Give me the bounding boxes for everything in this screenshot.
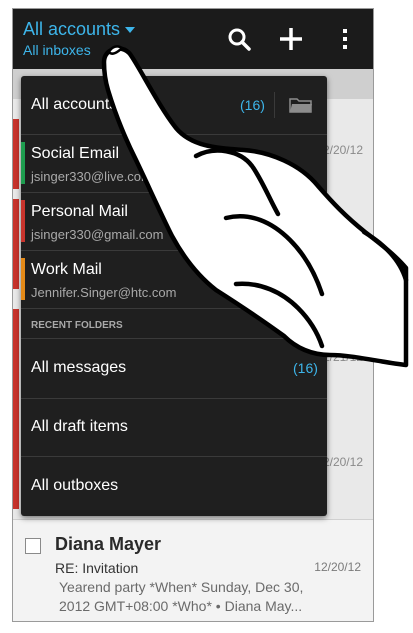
account-address: Jennifer.Singer@htc.com <box>31 285 177 300</box>
menu-item-account[interactable]: Personal Mail jsinger330@gmail.com <box>21 192 327 251</box>
menu-item-all-messages[interactable]: All messages (16) <box>21 338 327 399</box>
list-item-marker <box>13 119 19 189</box>
unread-count: (16) <box>293 360 318 376</box>
account-address: jsinger330@gmail.com <box>31 227 164 242</box>
account-selector[interactable]: All accounts <box>23 19 136 40</box>
section-heading: RECENT FOLDERS <box>31 320 123 331</box>
divider <box>274 92 275 118</box>
accounts-dropdown: All accounts (16) Social Email jsinger33… <box>21 76 327 516</box>
account-color-marker <box>21 200 25 242</box>
action-bar: All accounts All inboxes <box>13 9 373 69</box>
account-color-marker <box>21 258 25 300</box>
email-subject: RE: Invitation <box>55 560 139 576</box>
dropdown-caret-icon <box>125 27 136 34</box>
list-item[interactable]: Diana Mayer RE: Invitation 12/20/12 Year… <box>13 519 373 621</box>
email-date: 12/20/12 <box>314 560 361 574</box>
account-name: Personal Mail <box>31 203 128 220</box>
account-name: Work Mail <box>31 261 102 278</box>
menu-item-label: All accounts <box>31 96 118 113</box>
menu-item-all-drafts[interactable]: All draft items <box>21 398 327 457</box>
menu-item-label: All outboxes <box>31 477 119 494</box>
account-name: Social Email <box>31 145 120 162</box>
menu-item-label: All draft items <box>31 418 128 435</box>
list-item-marker <box>13 309 19 509</box>
menu-item-account[interactable]: Work Mail Jennifer.Singer@htc.com <box>21 250 327 309</box>
menu-item-account[interactable]: Social Email jsinger330@live.com <box>21 134 327 193</box>
menu-item-all-accounts[interactable]: All accounts (16) <box>21 76 327 135</box>
app-window: All accounts All inboxes 12/20/12 12/21/… <box>12 8 374 622</box>
account-address: jsinger330@live.com <box>31 169 152 184</box>
menu-item-label: All messages <box>31 359 127 376</box>
email-sender: Diana Mayer <box>55 534 162 554</box>
search-icon[interactable] <box>225 25 253 53</box>
overflow-menu-icon[interactable] <box>331 25 359 53</box>
list-item-marker <box>13 199 19 289</box>
add-icon[interactable] <box>277 25 305 53</box>
unread-count: (16) <box>240 97 265 113</box>
inbox-subtitle: All inboxes <box>23 42 91 58</box>
account-color-marker <box>21 142 25 184</box>
select-checkbox[interactable] <box>25 538 41 554</box>
email-preview: Yearend party *When* Sunday, Dec 30, 201… <box>59 579 304 614</box>
account-selector-label: All accounts <box>23 19 121 39</box>
folder-icon[interactable] <box>289 96 313 114</box>
menu-item-all-outboxes[interactable]: All outboxes <box>21 456 327 516</box>
recent-folders-header: RECENT FOLDERS <box>21 308 327 339</box>
